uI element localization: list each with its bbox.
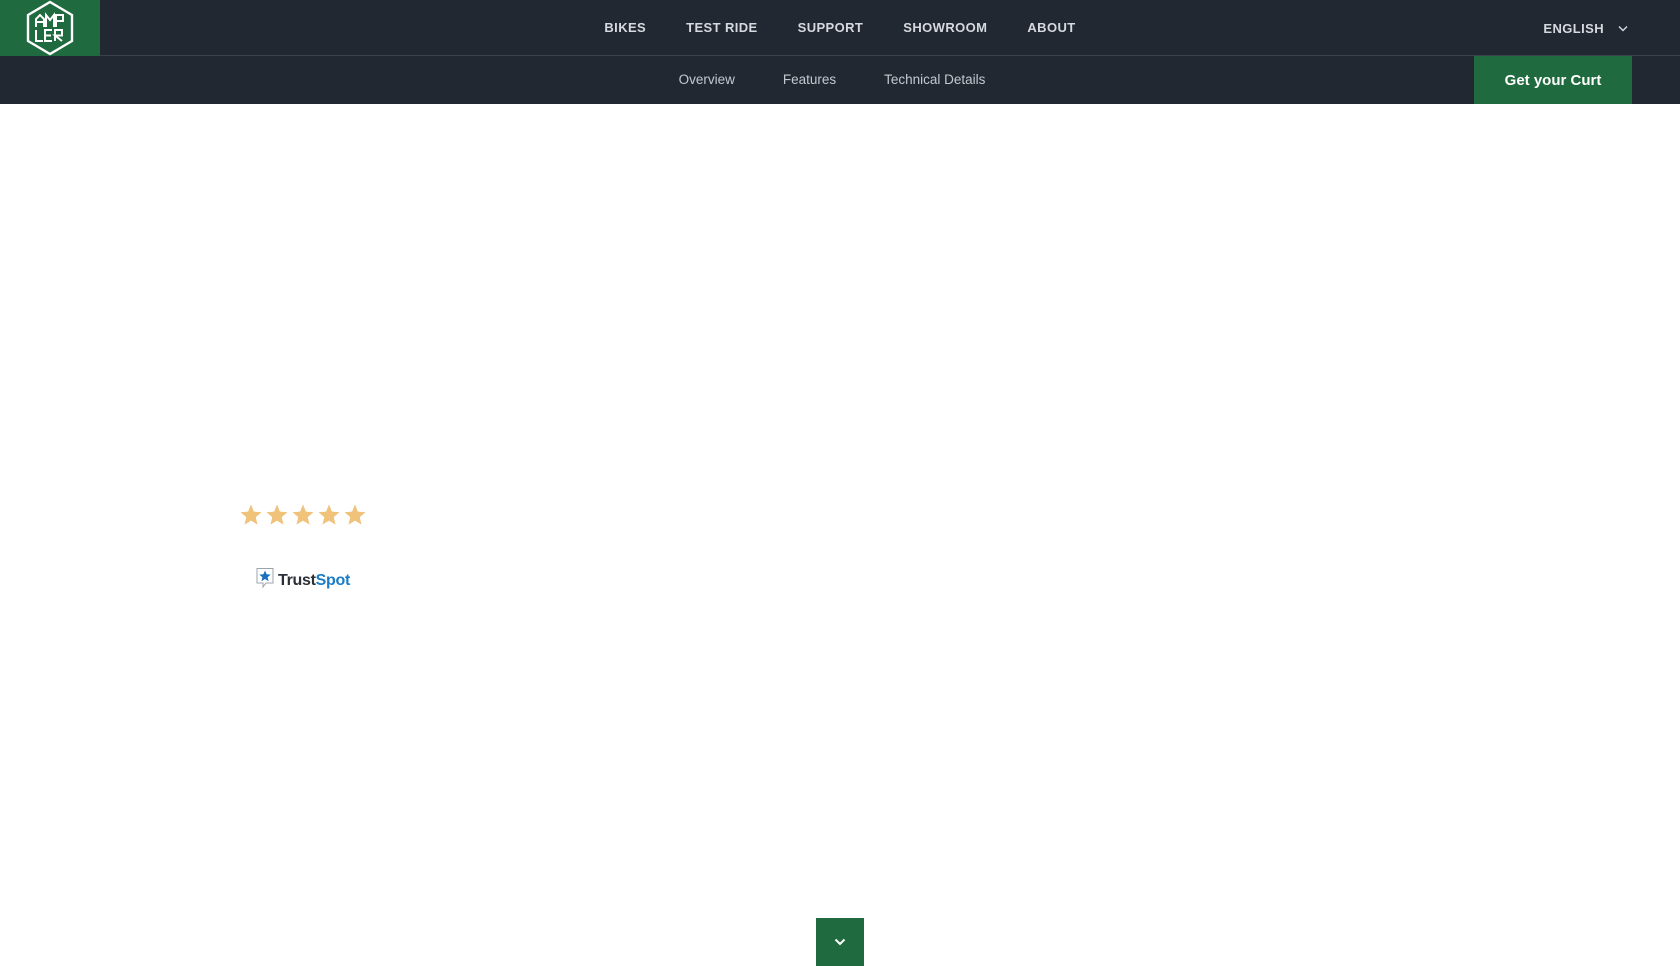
- star-icon: [343, 503, 367, 527]
- top-navigation-bar: BIKES TEST RIDE SUPPORT SHOWROOM ABOUT E…: [0, 0, 1680, 56]
- ampler-logo[interactable]: [0, 0, 100, 56]
- scroll-down-button[interactable]: [816, 918, 864, 966]
- nav-item-about[interactable]: ABOUT: [1007, 0, 1095, 56]
- chevron-down-icon: [1618, 25, 1628, 31]
- trustspot-wordmark-trust: Trust: [278, 571, 316, 589]
- chevron-down-icon: [834, 938, 846, 946]
- nav-item-test-ride[interactable]: TEST RIDE: [666, 0, 778, 56]
- star-icon: [265, 503, 289, 527]
- trustspot-star-icon: [255, 567, 275, 594]
- nav-item-support[interactable]: SUPPORT: [778, 0, 884, 56]
- star-icon: [291, 503, 315, 527]
- subnav-item-technical-details[interactable]: Technical Details: [884, 56, 985, 104]
- star-icon: [239, 503, 263, 527]
- ampler-hexagon-logo-icon: [26, 0, 74, 56]
- subnav-item-features[interactable]: Features: [783, 56, 836, 104]
- language-selector[interactable]: ENGLISH: [1543, 0, 1628, 56]
- product-sub-navigation: Overview Features Technical Details: [0, 56, 1680, 104]
- star-icon: [317, 503, 341, 527]
- nav-item-showroom[interactable]: SHOWROOM: [883, 0, 1007, 56]
- trustspot-wordmark-spot: Spot: [315, 571, 351, 589]
- nav-item-bikes[interactable]: BIKES: [584, 0, 666, 56]
- language-label: ENGLISH: [1543, 20, 1604, 36]
- trustspot-badge[interactable]: TrustSpot: [255, 567, 350, 594]
- product-sub-navigation-bar: Overview Features Technical Details Get …: [0, 56, 1680, 104]
- get-your-curt-button[interactable]: Get your Curt: [1474, 56, 1632, 104]
- rating-stars[interactable]: [239, 503, 367, 527]
- subnav-item-overview[interactable]: Overview: [679, 56, 735, 104]
- main-navigation: BIKES TEST RIDE SUPPORT SHOWROOM ABOUT: [0, 0, 1680, 56]
